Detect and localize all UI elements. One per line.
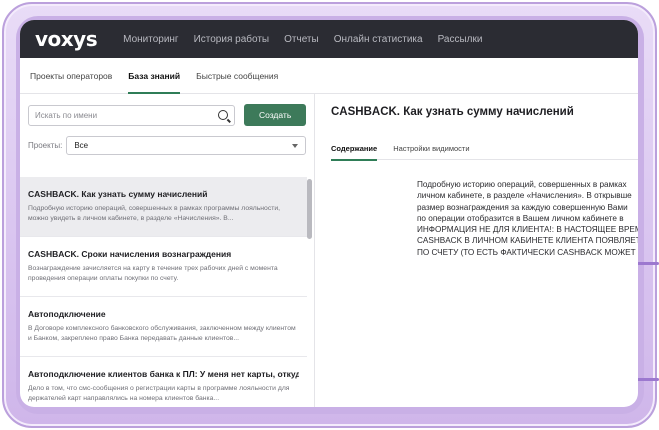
nav-mailings[interactable]: Рассылки bbox=[438, 34, 483, 45]
page-title: CASHBACK. Как узнать сумму начислений bbox=[331, 106, 574, 118]
projects-filter-row: Проекты: Все bbox=[20, 126, 314, 155]
chevron-down-icon bbox=[292, 143, 298, 148]
article-description: Подробную историю операций, совершенных … bbox=[28, 205, 281, 222]
article-text-line: ПО СЧЕТУ (ТО ЕСТЬ ФАКТИЧЕСКИ CASHBACK МО… bbox=[417, 247, 638, 257]
articles-list: CASHBACK. Как узнать сумму начислений По… bbox=[20, 177, 307, 407]
search-input[interactable] bbox=[35, 110, 205, 120]
article-text-line: размер вознаграждения за каждую совершен… bbox=[417, 202, 628, 212]
article-title: Автоподключение клиентов банка к ПЛ: У м… bbox=[28, 369, 299, 379]
list-item[interactable]: Автоподключение В Договоре комплексного … bbox=[20, 297, 307, 357]
top-navigation-bar: voxys Мониторинг История работы Отчеты О… bbox=[20, 20, 638, 58]
tab-operator-projects[interactable]: Проекты операторов bbox=[30, 58, 112, 94]
tab-visibility-settings[interactable]: Настройки видимости bbox=[393, 136, 469, 160]
article-body: Подробную историю операций, совершенных … bbox=[417, 179, 638, 258]
tab-quick-messages[interactable]: Быстрые сообщения bbox=[196, 58, 278, 94]
projects-select[interactable]: Все bbox=[66, 136, 306, 155]
section-tabs: Проекты операторов База знаний Быстрые с… bbox=[20, 58, 638, 94]
list-item[interactable]: Автоподключение клиентов банка к ПЛ: У м… bbox=[20, 357, 307, 407]
article-description: Вознаграждение зачисляется на карту в те… bbox=[28, 265, 278, 282]
search-icon[interactable] bbox=[218, 110, 229, 120]
tab-content[interactable]: Содержание bbox=[331, 136, 378, 161]
nav-monitoring[interactable]: Мониторинг bbox=[123, 34, 178, 45]
articles-panel: Создать Проекты: Все CASHBACK. Как узнат… bbox=[20, 94, 315, 407]
nav-reports[interactable]: Отчеты bbox=[284, 34, 319, 45]
article-text-line: Подробную историю операций, совершенных … bbox=[417, 180, 627, 189]
article-text-line: по операции отобразится в Вашем личном к… bbox=[417, 213, 624, 223]
article-title: CASHBACK. Сроки начисления вознаграждени… bbox=[28, 249, 232, 259]
search-row: Создать bbox=[20, 94, 314, 126]
projects-selected-value: Все bbox=[74, 141, 89, 150]
article-description: В Договоре комплексного банковского обсл… bbox=[28, 325, 296, 342]
article-description: Дело в том, что смс-сообщения о регистра… bbox=[28, 385, 290, 402]
article-title: CASHBACK. Как узнать сумму начислений bbox=[28, 189, 208, 199]
list-item[interactable]: CASHBACK. Как узнать сумму начислений По… bbox=[20, 177, 307, 237]
nav-online-statistics[interactable]: Онлайн статистика bbox=[334, 34, 423, 45]
create-button[interactable]: Создать bbox=[244, 104, 306, 126]
nav-work-history[interactable]: История работы bbox=[194, 34, 270, 45]
list-item[interactable]: CASHBACK. Сроки начисления вознаграждени… bbox=[20, 237, 307, 297]
projects-label: Проекты: bbox=[28, 141, 63, 150]
frame-accent bbox=[637, 262, 659, 265]
article-text-line: личном кабинете, в разделе «Начисления».… bbox=[417, 191, 632, 201]
app-window: voxys Мониторинг История работы Отчеты О… bbox=[20, 20, 638, 407]
search-box bbox=[28, 104, 236, 126]
article-detail-panel: CASHBACK. Как узнать сумму начислений Со… bbox=[315, 94, 638, 407]
article-text-line: CASHBACK В ЛИЧНОМ КАБИНЕТЕ КЛИЕНТА ПОЯВЛ… bbox=[417, 236, 638, 246]
tab-knowledge-base[interactable]: База знаний bbox=[128, 58, 180, 94]
main-content: Создать Проекты: Все CASHBACK. Как узнат… bbox=[20, 94, 638, 407]
app-logo[interactable]: voxys bbox=[35, 29, 98, 49]
list-scrollbar[interactable] bbox=[307, 179, 312, 239]
article-text-line: ИНФОРМАЦИЯ НЕ ДЛЯ КЛИЕНТА!: В НАСТОЯЩЕЕ … bbox=[417, 225, 638, 235]
article-tabs: Содержание Настройки видимости bbox=[331, 136, 638, 161]
frame-accent bbox=[637, 378, 659, 381]
article-title: Автоподключение bbox=[28, 309, 106, 319]
